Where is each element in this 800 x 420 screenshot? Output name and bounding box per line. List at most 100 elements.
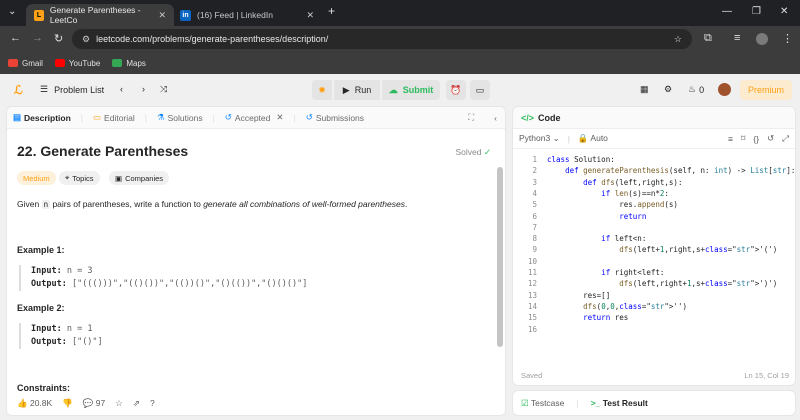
testcase-tab[interactable]: ☑ Testcase: [521, 398, 564, 409]
code-line: if right<left:: [601, 268, 665, 277]
editor-toolbar: Python3 ⌄ | 🔒 Auto ≡ ⌑ {} ↺ ⤢: [513, 129, 795, 149]
menu-icon[interactable]: ⋮: [782, 32, 793, 45]
timer-button[interactable]: ⏰: [446, 80, 466, 100]
terminal-icon: >_: [590, 398, 601, 408]
code-line: if left<n:: [601, 234, 647, 244]
minimize-icon[interactable]: —: [722, 6, 732, 17]
close-tab-icon[interactable]: ✕: [158, 10, 166, 21]
settings-gear-icon[interactable]: ⚙: [664, 84, 672, 95]
tab-divider: |: [293, 112, 296, 123]
reload-icon[interactable]: ↻: [54, 32, 63, 45]
line-number: 3: [532, 177, 537, 187]
cloud-upload-icon: ☁: [388, 84, 398, 95]
code-editor[interactable]: 1 class Solution: 2 def generateParenthesi…: [513, 153, 795, 363]
code-line: return res: [583, 313, 629, 323]
line-number: 6: [532, 211, 537, 221]
bookmark-youtube[interactable]: YouTube: [54, 59, 100, 68]
bookmark-gmail[interactable]: Gmail: [8, 59, 43, 68]
collapse-panel-icon[interactable]: ‹: [494, 113, 497, 123]
example-1-title: Example 1:: [17, 245, 65, 255]
tab-solutions[interactable]: ⚗ Solutions: [157, 112, 203, 123]
companies-tag[interactable]: ▣ Companies: [109, 171, 170, 185]
url-bar[interactable]: ⚙ leetcode.com/problems/generate-parenth…: [72, 29, 692, 49]
leetcode-logo-icon[interactable]: ℒ: [14, 83, 23, 97]
cursor-position: Ln 15, Col 19: [744, 370, 789, 380]
forward-icon[interactable]: →: [32, 32, 43, 44]
tab-title: (16) Feed | LinkedIn: [197, 10, 273, 20]
topics-tag[interactable]: ⌖ Topics: [59, 171, 100, 185]
youtube-icon: [54, 59, 65, 67]
run-button[interactable]: ▶ Run: [334, 80, 380, 100]
linkedin-icon: in: [180, 9, 191, 21]
editor-status: Saved Ln 15, Col 19: [513, 365, 795, 385]
tab-editorial[interactable]: ▭ Editorial: [93, 112, 135, 123]
tab-search-icon[interactable]: ⌄: [8, 6, 16, 17]
tab-description[interactable]: ▤ Description: [13, 112, 71, 123]
scrollbar[interactable]: [497, 167, 503, 347]
next-problem-icon[interactable]: ›: [142, 84, 145, 94]
extensions-icon[interactable]: ⧉: [704, 32, 712, 45]
leetcode-icon: L: [34, 9, 44, 21]
notes-button[interactable]: ▭: [470, 80, 490, 100]
expand-icon[interactable]: ⛶: [468, 112, 474, 123]
profile-avatar[interactable]: [756, 33, 768, 45]
streak-counter[interactable]: ♨ 0: [688, 84, 704, 95]
layout-icon[interactable]: ▦: [640, 84, 649, 95]
code-line: dfs(0,0,class="str">''): [583, 301, 687, 311]
browser-tab-linkedin[interactable]: in (16) Feed | LinkedIn ✕: [172, 4, 322, 26]
code-icon: </>: [521, 112, 535, 123]
comments-button[interactable]: 💬 97: [83, 398, 105, 409]
tab-divider: |: [80, 112, 84, 123]
help-icon[interactable]: ?: [150, 398, 155, 408]
gmail-icon: [8, 59, 18, 67]
reset-icon[interactable]: ↺: [767, 133, 774, 144]
line-number: 7: [532, 222, 537, 232]
submit-button[interactable]: ☁ Submit: [382, 80, 440, 100]
media-icon[interactable]: ≡: [734, 32, 740, 44]
alarm-icon: ⏰: [450, 84, 462, 95]
site-info-icon[interactable]: ⚙: [82, 34, 90, 45]
example-2-title: Example 2:: [17, 303, 65, 313]
close-tab-icon[interactable]: ✕: [306, 10, 314, 21]
difficulty-badge[interactable]: Medium: [17, 171, 56, 185]
code-header: </> Code: [513, 107, 795, 129]
close-window-icon[interactable]: ✕: [780, 6, 788, 17]
debug-button[interactable]: ✹: [312, 80, 332, 100]
bookmark-maps[interactable]: Maps: [112, 59, 146, 68]
test-bar: ☑ Testcase | >_ Test Result: [512, 390, 796, 416]
address-row: ← → ↻ ⚙ leetcode.com/problems/generate-p…: [0, 26, 800, 52]
browser-tab-leetcode[interactable]: L Generate Parentheses - LeetCo ✕: [26, 4, 174, 26]
bookmark-icon[interactable]: ⌑: [741, 133, 745, 144]
back-icon[interactable]: ←: [10, 32, 21, 44]
shuffle-icon[interactable]: ⤨: [160, 84, 167, 95]
bug-icon: ✹: [318, 84, 326, 95]
new-tab-button[interactable]: +: [328, 4, 335, 18]
line-number: 8: [532, 234, 537, 244]
document-icon: ▤: [13, 112, 22, 122]
format-icon[interactable]: ≡: [728, 134, 733, 144]
play-icon: ▶: [342, 84, 350, 95]
language-select[interactable]: Python3 ⌄: [519, 133, 560, 144]
fullscreen-icon[interactable]: ⤢: [782, 133, 789, 144]
problem-list-link[interactable]: ☰ Problem List: [40, 84, 104, 95]
like-button[interactable]: 👍 20.8K: [17, 398, 52, 409]
share-icon[interactable]: ⇗: [133, 398, 140, 409]
tab-accepted[interactable]: ↺ Accepted ✕: [225, 112, 284, 123]
bookmark-star-icon[interactable]: ☆: [674, 34, 682, 45]
line-number: 5: [532, 200, 537, 210]
premium-button[interactable]: Premium: [740, 80, 792, 100]
braces-icon[interactable]: {}: [753, 134, 759, 144]
user-avatar[interactable]: [718, 83, 731, 96]
prev-problem-icon[interactable]: ‹: [120, 84, 123, 94]
check-circle-icon: ✓: [483, 147, 491, 157]
tab-divider: |: [144, 112, 147, 123]
restore-icon[interactable]: ❐: [752, 6, 761, 17]
dislike-icon[interactable]: 👎: [62, 398, 73, 409]
lock-icon: 🔒: [577, 133, 589, 143]
tab-submissions[interactable]: ↺ Submissions: [306, 112, 364, 123]
auto-mode-toggle[interactable]: 🔒 Auto: [578, 133, 608, 144]
star-icon[interactable]: ☆: [115, 398, 123, 409]
close-tab-icon[interactable]: ✕: [276, 112, 283, 123]
test-result-tab[interactable]: >_ Test Result: [591, 398, 648, 408]
building-icon: ▣: [115, 173, 123, 183]
